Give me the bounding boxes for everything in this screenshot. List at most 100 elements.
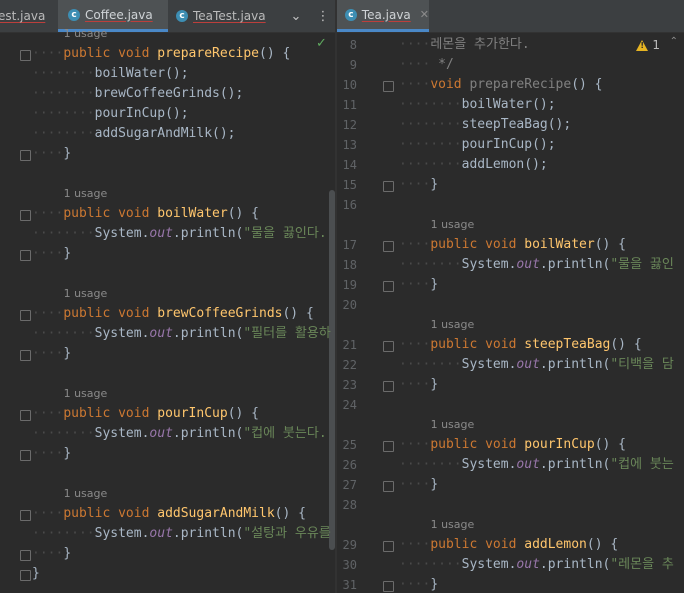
code-token: void	[485, 437, 525, 452]
code-token: System.	[461, 457, 517, 472]
line-number	[337, 215, 357, 235]
fold-marker-icon[interactable]	[383, 81, 394, 92]
indent-whitespace: ····	[399, 77, 431, 92]
code-token: () {	[586, 537, 619, 552]
usage-hint[interactable]: 1 usage	[64, 384, 108, 404]
fold-marker-icon[interactable]	[383, 541, 394, 552]
tab-tea-java[interactable]: c Tea.java ✕	[337, 0, 429, 32]
fold-marker-icon[interactable]	[20, 150, 31, 161]
code-line: ····}	[32, 144, 71, 164]
code-token: prepareRecipe	[469, 77, 572, 92]
more-vertical-icon[interactable]: ⋮	[311, 0, 335, 32]
indent-whitespace: ········	[399, 137, 462, 152]
chevron-up-icon[interactable]: ⌃	[670, 36, 678, 47]
usage-hint[interactable]: 1 usage	[64, 24, 108, 44]
fold-marker-icon[interactable]	[383, 281, 394, 292]
indent-whitespace: ········	[399, 157, 462, 172]
code-line: ····}	[399, 575, 438, 593]
code-token: "필터를 활용하	[243, 326, 331, 341]
code-line: ········brewCoffeeGrinds();	[32, 84, 243, 104]
fold-marker-icon[interactable]	[20, 210, 31, 221]
fold-marker-icon[interactable]	[20, 250, 31, 261]
code-line: ····}	[399, 475, 438, 495]
line-number: 31	[342, 578, 357, 592]
code-token: pourInCup	[524, 437, 595, 452]
fold-marker-icon[interactable]	[20, 50, 31, 61]
code-token: .println(	[539, 557, 611, 572]
usage-hint[interactable]: 1 usage	[431, 415, 475, 435]
tab-tea-test-java[interactable]: c TeaTest.java	[168, 0, 278, 32]
code-token: () {	[610, 337, 642, 352]
code-line: ········pourInCup();	[399, 135, 556, 155]
line-number: 14	[342, 158, 357, 172]
indent-whitespace: ····	[399, 537, 431, 552]
left-code-area[interactable]: ✓ 1 usage ····public void prepareRecipe()…	[0, 27, 335, 593]
code-token: }	[32, 566, 40, 581]
fold-marker-icon[interactable]	[383, 341, 394, 352]
fold-marker-icon[interactable]	[20, 310, 31, 321]
code-line: ····public void pourInCup() {	[399, 435, 626, 455]
usage-hint[interactable]: 1 usage	[64, 284, 108, 304]
code-token: steepTeaBag	[524, 337, 611, 352]
fold-marker-icon[interactable]	[383, 441, 394, 452]
indent-whitespace: ········	[399, 457, 462, 472]
code-token: public	[63, 206, 119, 221]
usage-hint[interactable]: 1 usage	[64, 484, 108, 504]
tab-tea-test-partial[interactable]: est.java	[0, 0, 58, 32]
code-line: ········System.out.println("물을 끓인	[399, 255, 674, 275]
line-number: 21	[342, 338, 357, 352]
code-line: ····public void boilWater() {	[399, 235, 626, 255]
code-token: }	[430, 377, 439, 392]
usage-hint[interactable]: 1 usage	[431, 515, 475, 535]
close-icon[interactable]: ✕	[420, 8, 429, 21]
code-token: "레몬을 추	[610, 557, 674, 572]
code-token: pourInCup();	[94, 106, 189, 121]
right-code-area[interactable]: 1 ⌃ 8····레몬을 추가한다.9···· */10····void pre…	[337, 32, 684, 593]
tab-label: Tea.java	[361, 7, 411, 22]
indent-whitespace: ····	[399, 37, 431, 52]
fold-marker-icon[interactable]	[383, 481, 394, 492]
fold-marker-icon[interactable]	[383, 381, 394, 392]
fold-marker-icon[interactable]	[20, 510, 31, 521]
indent-whitespace: ····	[399, 177, 431, 192]
indent-whitespace: ····	[32, 406, 64, 421]
code-token: }	[63, 446, 72, 461]
line-number: 19	[342, 278, 357, 292]
code-token: }	[63, 546, 72, 561]
right-editor-pane: c Tea.java ✕ 1 ⌃ 8····레몬을 추가한다.9···· */1…	[337, 0, 684, 593]
code-token: void	[485, 537, 525, 552]
code-token: void	[118, 506, 158, 521]
chevron-down-icon[interactable]: ⌄	[284, 0, 308, 32]
code-token: public	[430, 237, 486, 252]
code-token: out	[149, 326, 173, 341]
code-line: ····}	[399, 275, 438, 295]
code-line: ········System.out.println("설탕과 우유를	[32, 524, 331, 544]
code-line: ········System.out.println("컵에 붓는다.	[32, 424, 327, 444]
code-token: boilWater	[157, 206, 228, 221]
line-number: 13	[342, 138, 357, 152]
code-token: () {	[282, 306, 314, 321]
code-line: ····public void addSugarAndMilk() {	[32, 504, 306, 524]
code-token: out	[149, 426, 173, 441]
fold-marker-icon[interactable]	[20, 410, 31, 421]
code-line: ····public void brewCoffeeGrinds() {	[32, 304, 314, 324]
code-token: void	[485, 237, 525, 252]
line-number: 15	[342, 178, 357, 192]
indent-whitespace: ····	[399, 477, 431, 492]
fold-marker-icon[interactable]	[20, 550, 31, 561]
usage-hint[interactable]: 1 usage	[431, 215, 475, 235]
code-token: public	[63, 506, 119, 521]
indent-whitespace: ····	[32, 246, 64, 261]
fold-marker-icon[interactable]	[20, 450, 31, 461]
usage-hint[interactable]: 1 usage	[431, 315, 475, 335]
code-token: () {	[227, 406, 260, 421]
fold-marker-icon[interactable]	[383, 581, 394, 592]
fold-marker-icon[interactable]	[20, 350, 31, 361]
fold-marker-icon[interactable]	[383, 241, 394, 252]
code-line: ····}	[32, 444, 71, 464]
fold-marker-icon[interactable]	[383, 181, 394, 192]
inspection-widget[interactable]: 1	[636, 38, 660, 52]
code-token: */	[430, 57, 454, 72]
fold-marker-icon[interactable]	[20, 570, 31, 581]
usage-hint[interactable]: 1 usage	[64, 184, 108, 204]
